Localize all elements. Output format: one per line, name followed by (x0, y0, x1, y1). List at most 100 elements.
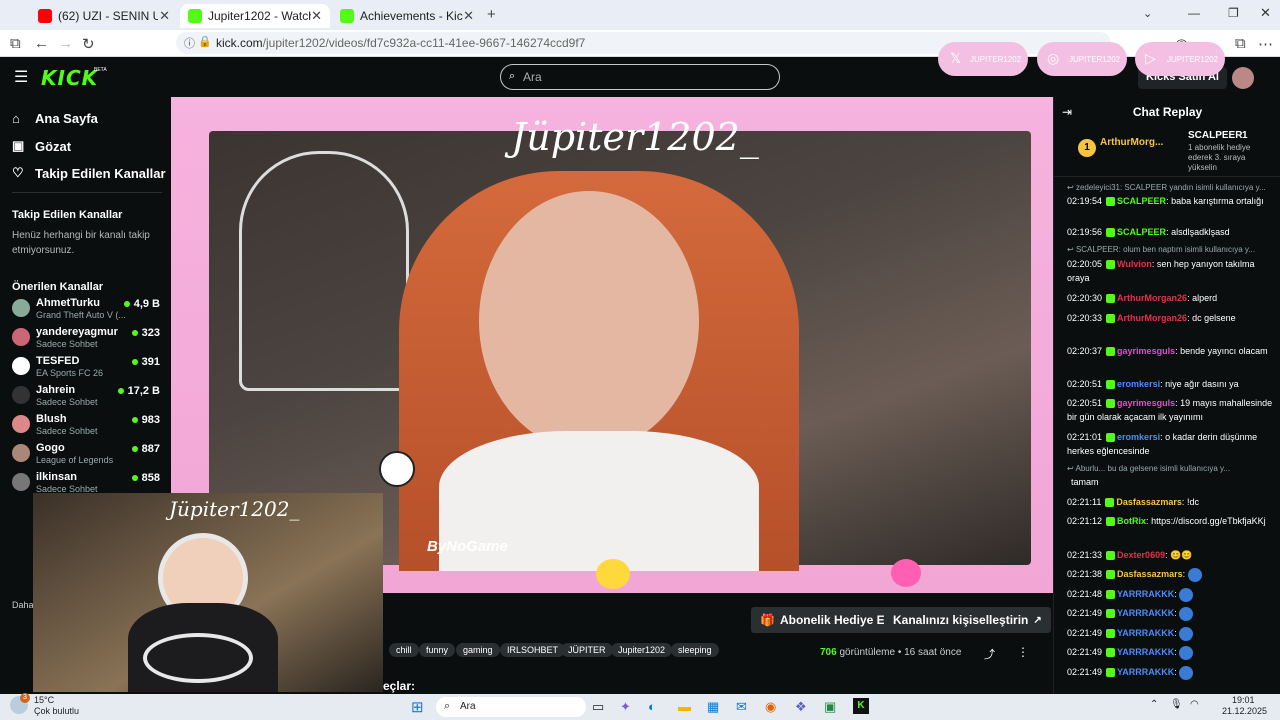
tag-chip[interactable]: funny (419, 643, 456, 657)
wifi-icon[interactable]: ◠ (1190, 699, 1199, 710)
chat-message[interactable]: 02:21:38 Dasfassazmars: (1067, 567, 1275, 582)
chat-username[interactable]: YARRRAKKK (1117, 608, 1174, 618)
chevron-down-icon[interactable]: ⌄ (1143, 7, 1152, 20)
teams-icon[interactable]: ❖ (795, 699, 807, 715)
chat-username[interactable]: ArthurMorgan26 (1117, 313, 1187, 323)
search-input[interactable]: ⌕ Ara (500, 64, 780, 90)
tab-actions-icon[interactable]: ⧉ (10, 35, 21, 52)
chat-username[interactable]: YARRRAKKK (1117, 628, 1174, 638)
chat-message[interactable]: 02:21:49 YARRRAKKK: (1067, 645, 1275, 660)
chat-message[interactable]: 02:19:54 SCALPEER: baba karıştırma ortalı… (1067, 194, 1275, 208)
chat-username[interactable]: Dasfassazmars (1116, 497, 1182, 507)
share-icon[interactable]: ⤴ (984, 646, 995, 662)
maximize-button[interactable]: ❐ (1228, 6, 1239, 20)
chat-username[interactable]: SCALPEER (1117, 196, 1166, 206)
file-explorer-icon[interactable]: ▬ (678, 699, 691, 714)
app-icon[interactable]: ▣ (824, 699, 836, 715)
tag-chip[interactable]: gaming (456, 643, 500, 657)
store-icon[interactable]: ▦ (707, 699, 719, 715)
gift-subscription-button[interactable]: 🎁 Abonelik Hediye Et (751, 607, 898, 633)
chat-username[interactable]: eromkersi (1117, 379, 1160, 389)
hamburger-menu-icon[interactable]: ☰ (14, 67, 28, 87)
chat-message[interactable]: 02:21:01 eromkersi: o kadar derin düşünme… (1067, 430, 1275, 458)
sidebar-item-home[interactable]: ⌂ Ana Sayfa (12, 111, 98, 126)
chat-message[interactable]: 02:21:12 BotRix: https://discord.gg/eTbkf… (1067, 514, 1275, 528)
chat-message[interactable]: 02:19:56 SCALPEER: alsdlşadklşasd (1067, 225, 1275, 239)
weather-temp[interactable]: 15°C (34, 695, 54, 705)
chat-message[interactable]: 02:21:49 YARRRAKKK: (1067, 626, 1275, 641)
windows-start-icon[interactable]: ⊞ (411, 698, 424, 716)
more-options-icon[interactable]: ⋮ (1017, 645, 1029, 659)
close-icon[interactable]: ✕ (159, 8, 170, 24)
chat-username[interactable]: YARRRAKKK (1117, 647, 1174, 657)
info-icon[interactable]: ⓘ (184, 35, 195, 51)
taskbar-search[interactable]: ⌕ Ara (436, 697, 586, 717)
chat-message[interactable]: tamam (1067, 475, 1275, 489)
chat-message[interactable]: 02:21:11 Dasfassazmars: !dc (1067, 495, 1275, 509)
tag-chip[interactable]: chill (389, 643, 419, 657)
top-gifter[interactable]: SCALPEER (1188, 130, 1242, 141)
chat-username[interactable]: gayrimesguls (1117, 346, 1175, 356)
chat-message[interactable]: 02:20:51 gayrimesguls: 19 mayıs mahallesi… (1067, 396, 1275, 424)
weather-desc[interactable]: Çok bulutlu (34, 706, 79, 716)
chat-message[interactable]: 02:21:49 YARRRAKKK: (1067, 665, 1275, 680)
task-view-icon[interactable]: ▭ (592, 699, 604, 715)
chat-message[interactable]: 02:21:49 YARRRAKKK: (1067, 606, 1275, 621)
chat-message[interactable]: 02:20:30 ArthurMorgan26: alperd (1067, 291, 1275, 305)
chat-username[interactable]: YARRRAKKK (1117, 667, 1174, 677)
reload-button[interactable]: ↻ (82, 35, 95, 53)
menu-icon[interactable]: ⋯ (1258, 35, 1273, 53)
sidebar-channel[interactable]: Gogo League of Legends 887 (12, 442, 162, 470)
chat-message[interactable]: 02:21:33 Dexter0609: 😊😊 (1067, 548, 1275, 562)
sidebar-channel[interactable]: Blush Sadece Sohbet 983 (12, 413, 162, 441)
chat-username[interactable]: Dasfassazmars (1117, 569, 1183, 579)
close-window-button[interactable]: ✕ (1260, 5, 1271, 21)
chat-message[interactable]: 02:21:48 YARRRAKKK: (1067, 587, 1275, 602)
firefox-icon[interactable]: ◉ (765, 699, 776, 715)
chat-username[interactable]: ArthurMorgan26 (1117, 293, 1187, 303)
extensions-icon[interactable]: ⧉ (1235, 35, 1246, 52)
tag-chip[interactable]: IRLSOHBET (500, 643, 566, 657)
new-tab-button[interactable]: + (487, 6, 496, 23)
minimize-button[interactable]: — (1188, 6, 1200, 20)
clock-time[interactable]: 19:01 (1232, 695, 1255, 705)
chat-username[interactable]: gayrimesguls (1117, 398, 1175, 408)
chat-message[interactable]: 02:20:33 ArthurMorgan26: dc gelsene (1067, 311, 1275, 325)
close-icon[interactable]: ✕ (463, 8, 474, 24)
tray-chevron-icon[interactable]: ⌃ (1150, 699, 1158, 710)
sidebar-channel[interactable]: AhmetTurku Grand Theft Auto V (... 4,9 B (12, 297, 162, 325)
pinned-user[interactable]: ArthurMorg... (1100, 137, 1163, 148)
chat-username[interactable]: BotRix (1117, 516, 1146, 526)
tag-chip[interactable]: sleeping (671, 643, 719, 657)
tag-chip[interactable]: Jupiter1202 (611, 643, 673, 657)
sidebar-channel[interactable]: yandereyagmur Sadece Sohbet 323 (12, 326, 162, 354)
chat-username[interactable]: YARRRAKKK (1117, 589, 1174, 599)
mail-icon[interactable]: ✉ (736, 699, 747, 715)
chat-message[interactable]: 02:20:51 eromkersi: niye ağır dasını ya (1067, 377, 1275, 391)
kick-app-icon[interactable]: K (853, 698, 869, 714)
picture-in-picture[interactable]: Jüpiter1202_ (33, 493, 383, 692)
chat-username[interactable]: SCALPEER (1117, 227, 1166, 237)
edge-icon[interactable]: ◐ (648, 699, 656, 714)
sidebar-channel[interactable]: TESFED EA Sports FC 26 391 (12, 355, 162, 383)
kick-logo[interactable]: KICK (41, 66, 98, 90)
avatar[interactable] (1232, 67, 1254, 89)
forward-button[interactable]: → (58, 35, 73, 52)
copilot-icon[interactable]: ✦ (620, 699, 631, 715)
tab-youtube[interactable]: (62) UZI - SENIN UGRUNA FT M ✕ (30, 4, 178, 28)
chat-username[interactable]: Wulvion (1117, 259, 1152, 269)
chat-username[interactable]: eromkersi (1117, 432, 1160, 442)
clock-date[interactable]: 21.12.2025 (1222, 706, 1267, 716)
tab-kick-dashboard[interactable]: Achievements - Kick Dashboard ✕ (332, 4, 482, 28)
chat-username[interactable]: Dexter0609 (1117, 550, 1165, 560)
sidebar-item-browse[interactable]: ▣ Gözat (12, 138, 71, 154)
back-button[interactable]: ← (34, 35, 49, 52)
sidebar-item-following[interactable]: ♡ Takip Edilen Kanallar (12, 165, 166, 181)
sidebar-channel[interactable]: Jahrein Sadece Sohbet 17,2 B (12, 384, 162, 412)
tab-kick-video[interactable]: Jupiter1202 - Watch the VC ✕ (180, 4, 330, 28)
show-more-link[interactable]: Daha (12, 600, 34, 610)
close-icon[interactable]: ✕ (311, 8, 322, 24)
tag-chip[interactable]: JÜPITER (561, 643, 613, 657)
customize-channel-button[interactable]: Kanalınızı kişiselleştirin ↗ (884, 607, 1051, 633)
chat-message[interactable]: 02:20:05 Wulvion: sen hep yanıyon takılma… (1067, 257, 1275, 285)
